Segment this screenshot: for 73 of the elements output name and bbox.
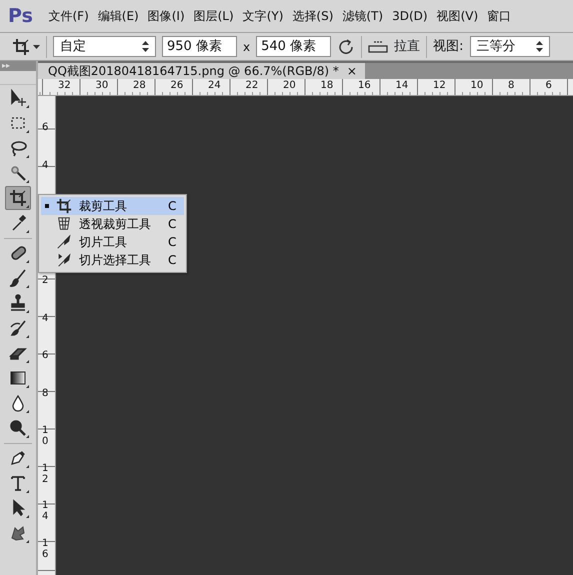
document-tab[interactable]: QQ截图20180418164715.png @ 66.7%(RGB/8) * × <box>38 63 365 79</box>
ruler-label: 12 <box>432 79 447 93</box>
ruler-label: 4 <box>41 160 48 172</box>
preset-dropdown[interactable]: 自定 <box>53 36 156 57</box>
ruler-label: 18 <box>320 79 334 93</box>
knife-icon <box>55 234 73 250</box>
close-button[interactable]: × <box>346 63 357 79</box>
brush-icon <box>9 269 27 287</box>
ruler-label: 22 <box>244 79 260 93</box>
magnifier-icon <box>9 419 27 437</box>
ruler-label: 8 <box>507 79 516 93</box>
view-value: 三等分 <box>476 38 516 56</box>
tool-button[interactable] <box>5 186 31 210</box>
width-field[interactable]: 950 像素 <box>162 36 237 57</box>
bullet-icon <box>45 204 49 208</box>
menu-item[interactable]: 选择(S) <box>288 7 338 25</box>
ruler-label: 10 <box>41 425 48 449</box>
ruler-label: 20 <box>282 79 297 93</box>
document-title: QQ截图20180418164715.png @ 66.7%(RGB/8) * <box>48 63 339 79</box>
ruler-label: 26 <box>170 79 184 93</box>
perspective-grid-icon <box>55 216 73 232</box>
rotate-button[interactable] <box>337 37 356 56</box>
gradient-icon <box>9 369 27 387</box>
menu-item[interactable]: 3D(D) <box>388 7 432 25</box>
straighten-button[interactable]: 拉直 <box>368 36 420 56</box>
menu-item[interactable]: 切片选择工具 C <box>41 251 184 269</box>
crop-preset-button[interactable] <box>12 38 40 56</box>
stamp-icon <box>9 294 27 312</box>
ruler-label: 6 <box>41 350 48 363</box>
menu-item[interactable]: 裁剪工具 C <box>41 197 184 215</box>
menu-item[interactable]: 透视裁剪工具 C <box>41 215 184 233</box>
crop-icon <box>9 189 27 207</box>
preset-value: 自定 <box>60 38 86 56</box>
menu-item[interactable]: 编辑(E) <box>93 7 144 25</box>
ruler-label: 8 <box>41 388 48 400</box>
ruler-label: 32 <box>57 79 72 93</box>
app-logo: Ps <box>7 4 34 29</box>
move-icon <box>9 89 27 107</box>
menu-item[interactable]: 窗口 <box>482 7 516 25</box>
history-brush-icon <box>9 319 27 337</box>
lasso-icon <box>9 139 27 157</box>
dropdown-arrow-icon <box>142 41 149 52</box>
ruler-label: 14 <box>394 79 410 93</box>
view-dropdown[interactable]: 三等分 <box>470 36 550 57</box>
ruler-label: 14 <box>41 500 48 524</box>
ruler-label: 24 <box>207 79 222 93</box>
menu-item[interactable]: 文字(Y) <box>238 7 288 25</box>
ruler-label: 10 <box>470 79 484 93</box>
ruler-label: 6 <box>41 122 48 135</box>
ruler-label: 28 <box>132 79 147 93</box>
menu-item[interactable]: 滤镜(T) <box>338 7 388 25</box>
crop-icon <box>55 198 73 214</box>
menu-item[interactable]: 图像(I) <box>143 7 190 25</box>
times-label: x <box>243 38 250 56</box>
pen-icon <box>9 449 27 467</box>
ruler-label: 6 <box>544 79 553 93</box>
menu-item[interactable]: 视图(V) <box>432 7 483 25</box>
caret-icon <box>33 44 40 48</box>
menu-item[interactable]: 文件(F) <box>44 7 94 25</box>
height-field[interactable]: 540 像素 <box>256 36 332 57</box>
ruler-label: 16 <box>357 79 372 93</box>
crop-icon <box>12 38 30 56</box>
level-icon <box>368 40 388 54</box>
ruler-label: 2 <box>41 275 48 288</box>
ruler-label: 4 <box>41 312 48 326</box>
dropdown-arrow-icon <box>536 41 542 52</box>
view-label: 视图: <box>433 38 464 56</box>
menu-item[interactable]: 切片工具 C <box>41 233 184 251</box>
menu-item[interactable]: 图层(L) <box>189 7 238 25</box>
ruler-label: 16 <box>41 538 48 562</box>
ruler-label: 30 <box>94 79 110 93</box>
type-icon <box>9 474 27 492</box>
ruler-label: 12 <box>41 462 48 486</box>
